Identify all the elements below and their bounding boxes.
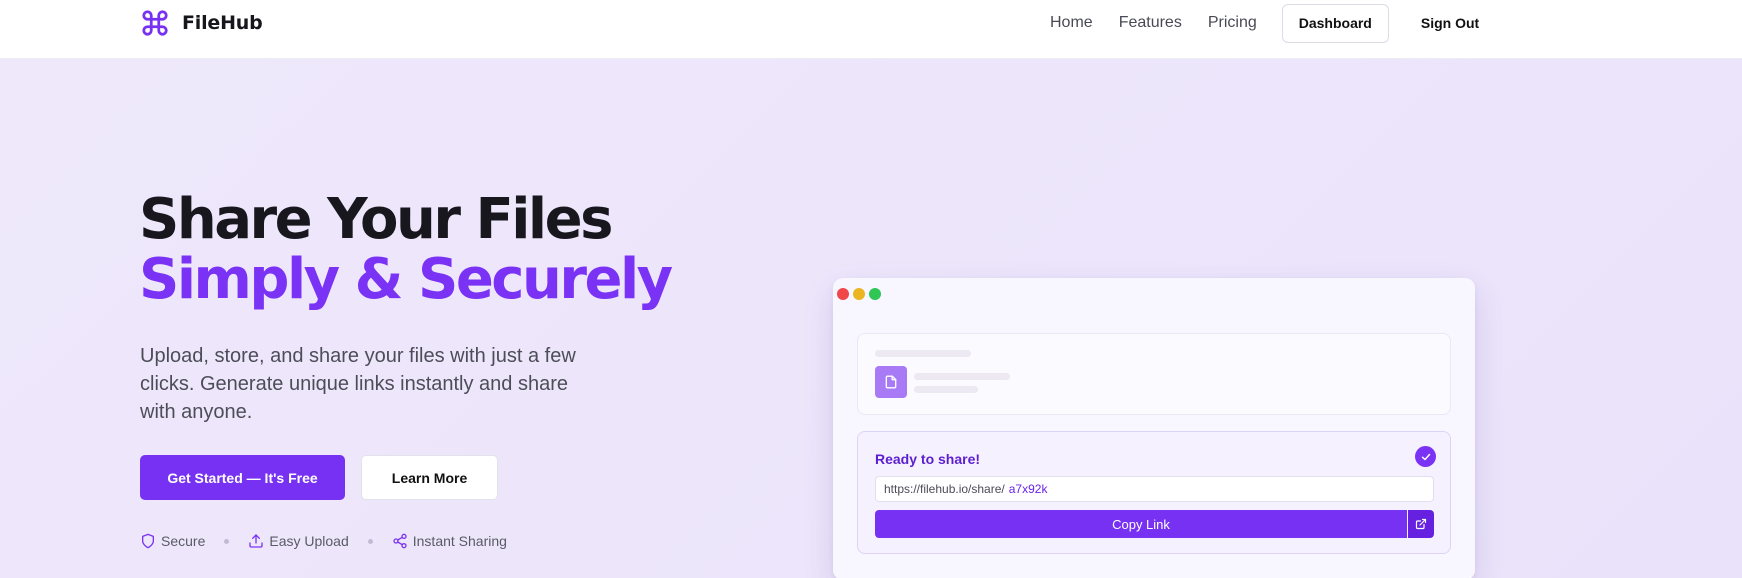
feature-label: Instant Sharing: [412, 533, 507, 549]
ready-to-share-label: Ready to share!: [875, 451, 981, 467]
window-maximize-dot: [869, 288, 881, 300]
check-circle-icon: [1415, 446, 1436, 467]
hero-title-line2: Simply & Securely: [139, 247, 673, 312]
dashboard-button[interactable]: Dashboard: [1281, 3, 1389, 43]
file-icon: [875, 366, 907, 398]
hero-title-line1: Share Your Files: [139, 187, 613, 252]
top-navbar: FileHub Home Features Pricing Dashboard …: [0, 0, 1742, 59]
share-url-prefix: https://filehub.io/share/: [884, 482, 1005, 496]
feature-separator: [367, 538, 373, 544]
nav-link-pricing[interactable]: Pricing: [1208, 14, 1257, 32]
sign-out-button[interactable]: Sign Out: [1421, 15, 1479, 31]
skeleton-line: [914, 386, 978, 393]
external-link-icon: [1415, 518, 1427, 530]
main-nav: Home Features Pricing Dashboard Sign Out: [1038, 3, 1479, 43]
share-url-field[interactable]: https://filehub.io/share/ a7x92k: [875, 476, 1434, 502]
hero-subtitle: Upload, store, and share your files with…: [140, 345, 576, 423]
feature-separator: [224, 538, 230, 544]
file-card: [857, 333, 1451, 415]
brand-name: FileHub: [182, 12, 263, 34]
share-url-code: a7x92k: [1008, 482, 1048, 496]
skeleton-line: [914, 373, 1010, 380]
feature-label: Easy Upload: [269, 533, 349, 549]
nav-link-features[interactable]: Features: [1119, 14, 1182, 32]
copy-link-button[interactable]: Copy Link: [875, 510, 1407, 538]
nav-link-home[interactable]: Home: [1050, 14, 1093, 32]
feature-easy-upload: Easy Upload: [248, 533, 349, 549]
share-preview-window: Ready to share! https://filehub.io/share…: [833, 278, 1475, 578]
document-icon: [885, 375, 897, 389]
feature-list: Secure Easy Upload Instant Sharing: [140, 531, 507, 551]
skeleton-line: [875, 350, 971, 357]
brand-logo[interactable]: FileHub: [140, 8, 263, 38]
feature-secure: Secure: [140, 533, 205, 549]
get-started-button[interactable]: Get Started — It's Free: [140, 455, 345, 500]
share-link-card: Ready to share! https://filehub.io/share…: [857, 431, 1451, 554]
feature-instant-sharing: Instant Sharing: [392, 533, 507, 549]
shield-icon: [142, 533, 154, 549]
hero-section: Share Your Files Simply & Securely Uploa…: [0, 59, 1742, 578]
upload-icon: [249, 534, 264, 548]
feature-label: Secure: [161, 533, 206, 549]
share-icon: [393, 533, 407, 549]
command-icon: [142, 10, 168, 36]
window-close-dot: [837, 288, 849, 300]
learn-more-button[interactable]: Learn More: [361, 455, 498, 500]
open-link-button[interactable]: [1408, 510, 1434, 538]
window-minimize-dot: [853, 288, 865, 300]
